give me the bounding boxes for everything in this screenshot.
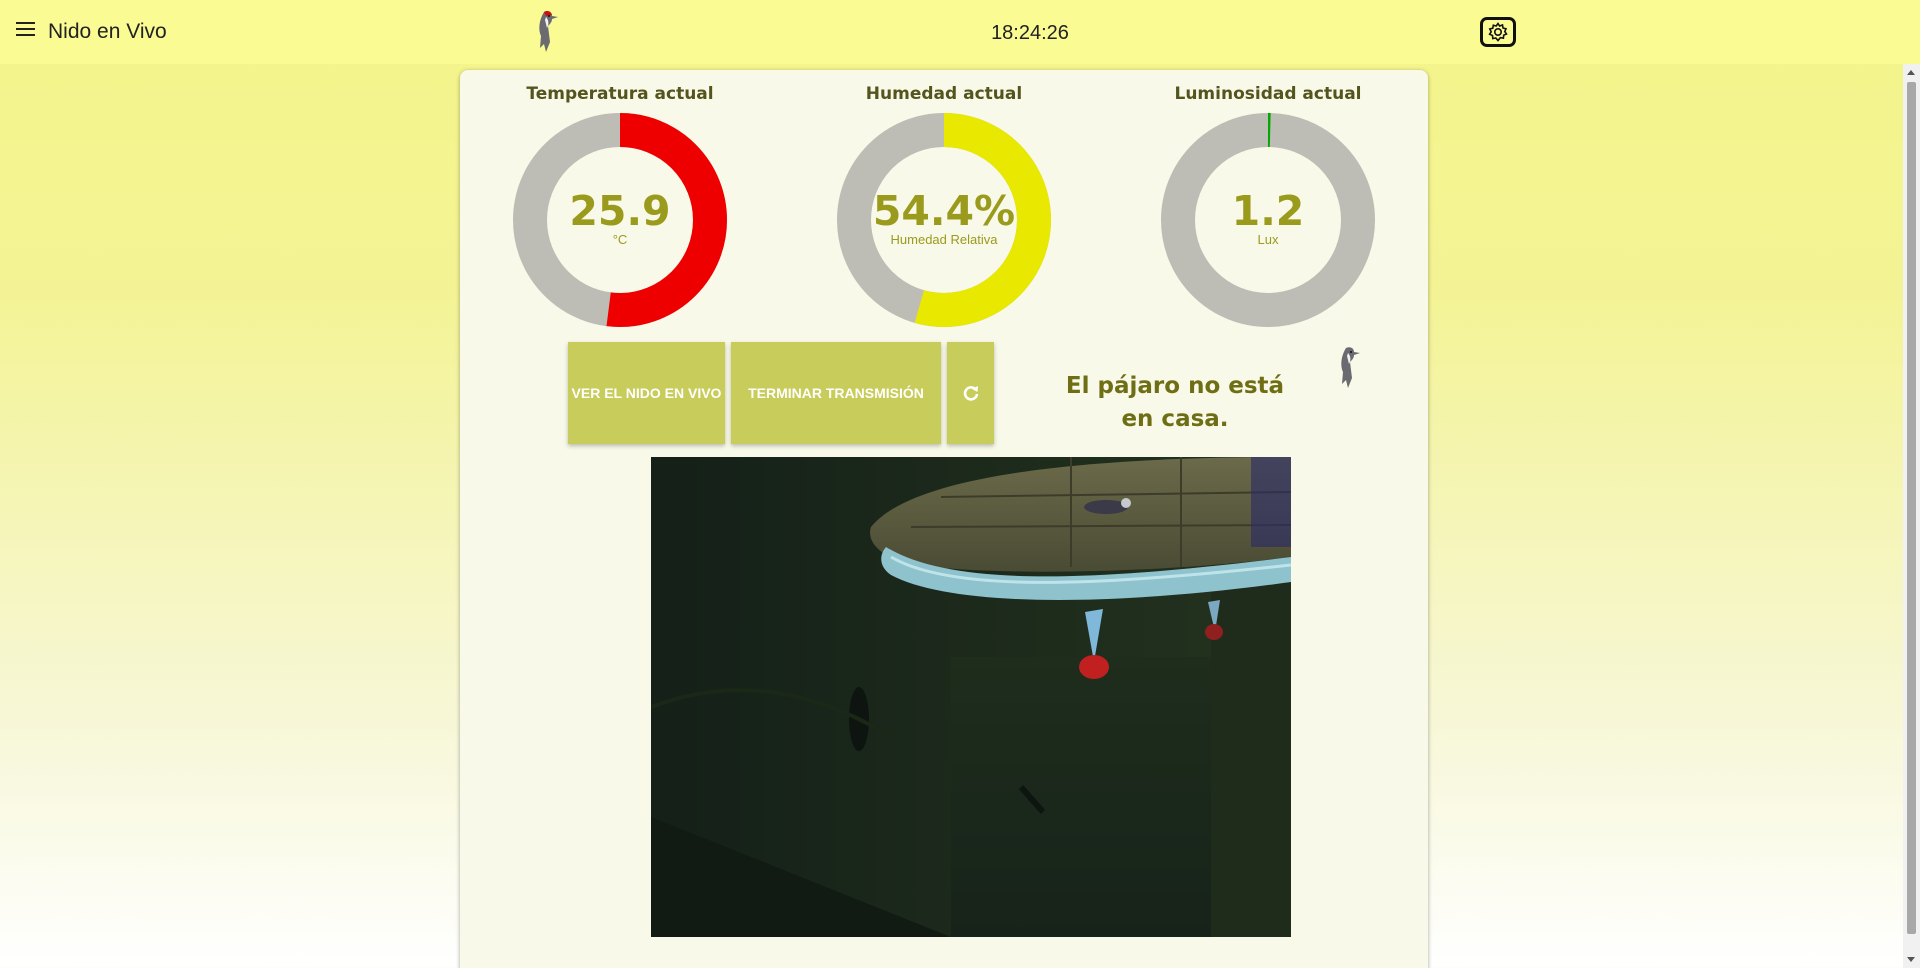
- gauge-value: 54.4%: [872, 187, 1016, 235]
- refresh-button[interactable]: [947, 342, 994, 444]
- gauge-title: Luminosidad actual: [1174, 84, 1362, 104]
- gauge-unit: Humedad Relativa: [890, 232, 998, 247]
- top-app-bar: Nido en Vivo 18:24:26: [0, 0, 1920, 64]
- temperature-gauge: Temperatura actual 25.9 °C: [490, 82, 750, 328]
- gauge-title: Temperatura actual: [526, 84, 714, 104]
- bird-status-message: El pájaro no está en casa.: [1065, 373, 1285, 432]
- live-nest-video[interactable]: [651, 457, 1291, 937]
- scroll-down-icon[interactable]: [1907, 957, 1915, 962]
- gauge-unit: °C: [612, 232, 628, 247]
- scroll-up-icon[interactable]: [1907, 70, 1915, 75]
- refresh-icon: [963, 386, 978, 401]
- video-frame: [651, 457, 1291, 937]
- gauge-unit: Lux: [1257, 232, 1279, 247]
- end-stream-button[interactable]: TERMINAR TRANSMISIÓN: [731, 342, 941, 444]
- woodpecker-status-icon: [1341, 347, 1360, 388]
- scrollbar-thumb[interactable]: [1907, 82, 1916, 934]
- clock: 18:24:26: [991, 22, 1069, 44]
- app-title: Nido en Vivo: [48, 20, 167, 43]
- gauge-value: 25.9: [569, 187, 671, 235]
- gauge-title: Humedad actual: [865, 84, 1023, 104]
- luminosity-gauge: Luminosidad actual 1.2 Lux: [1138, 82, 1398, 328]
- main-card: Temperatura actual 25.9 °C Humedad actua…: [460, 70, 1428, 968]
- settings-button[interactable]: [1480, 17, 1516, 47]
- gauge-value: 1.2: [1231, 187, 1305, 235]
- gear-icon: [1488, 22, 1508, 42]
- woodpecker-logo-icon: [539, 11, 558, 53]
- menu-icon[interactable]: [16, 22, 38, 44]
- humidity-gauge: Humedad actual 54.4% Humedad Relativa: [814, 82, 1074, 328]
- view-live-button[interactable]: VER EL NIDO EN VIVO: [568, 342, 725, 444]
